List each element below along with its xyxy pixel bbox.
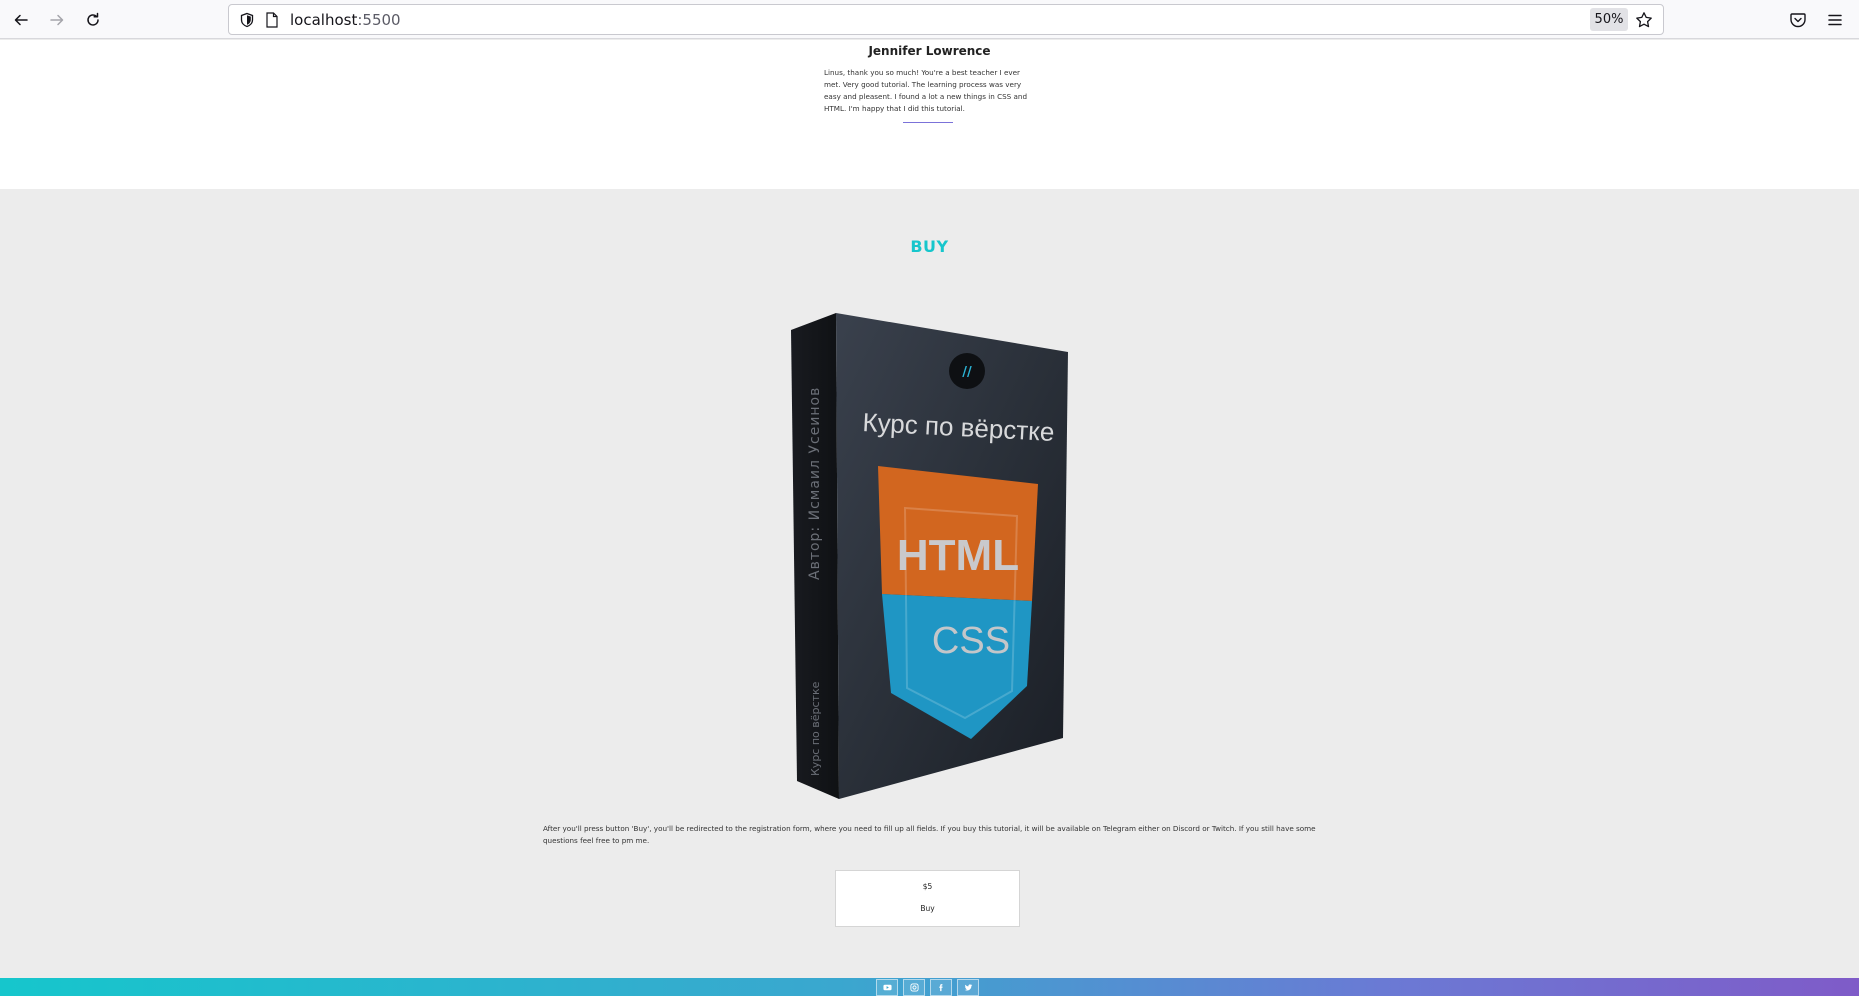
instagram-link[interactable] xyxy=(903,979,925,996)
facebook-link[interactable] xyxy=(930,979,952,996)
arrow-right-icon xyxy=(50,14,64,26)
hamburger-menu-icon[interactable] xyxy=(1826,11,1844,29)
box-spine-course: Курс по вёрстке xyxy=(809,681,822,776)
course-box-image: Автор: Исмаил Усеинов Курс по вёрстке //… xyxy=(791,313,1068,799)
buy-button[interactable]: Buy xyxy=(920,904,934,913)
price-value: $5 xyxy=(922,882,933,891)
pocket-icon[interactable] xyxy=(1789,11,1807,29)
url-host: localhost xyxy=(290,11,358,29)
testimonial-divider xyxy=(903,122,953,123)
buy-description: After you'll press button 'Buy', you'll … xyxy=(543,824,1316,845)
reload-button[interactable] xyxy=(81,8,105,32)
page-icon xyxy=(266,12,278,28)
zoom-level-button[interactable]: 50% xyxy=(1590,8,1628,31)
testimonial-author: Jennifer Lowrence xyxy=(868,44,991,58)
arrow-left-icon xyxy=(14,14,28,26)
reload-icon xyxy=(87,12,99,26)
forward-button[interactable] xyxy=(45,8,69,32)
youtube-icon xyxy=(882,984,892,991)
instagram-icon xyxy=(909,983,919,992)
box-spine-author: Автор: Исмаил Усеинов xyxy=(807,387,823,580)
box-logo-mark: // xyxy=(962,365,972,380)
facebook-icon xyxy=(938,984,943,992)
back-button[interactable] xyxy=(9,8,33,32)
url-text[interactable]: localhost:5500 xyxy=(290,10,401,30)
testimonial-section: Jennifer Lowrence Linus, thank you so mu… xyxy=(0,40,1859,189)
shield-icon[interactable] xyxy=(239,12,255,28)
twitter-link[interactable] xyxy=(957,979,979,996)
testimonial-text: Linus, thank you so much! You're a best … xyxy=(824,68,1028,113)
buy-section-title: BUY xyxy=(910,237,949,256)
badge-html-text: HTML xyxy=(897,531,1019,580)
address-bar[interactable]: localhost:5500 50% xyxy=(228,4,1664,35)
url-port: :5500 xyxy=(357,11,401,29)
browser-toolbar: localhost:5500 50% xyxy=(0,0,1859,39)
bookmark-star-icon[interactable] xyxy=(1635,11,1653,29)
footer xyxy=(0,978,1859,996)
twitter-icon xyxy=(964,984,972,991)
badge-css-text: CSS xyxy=(932,620,1010,662)
price-card: $5 Buy xyxy=(835,870,1020,927)
youtube-link[interactable] xyxy=(876,979,898,996)
